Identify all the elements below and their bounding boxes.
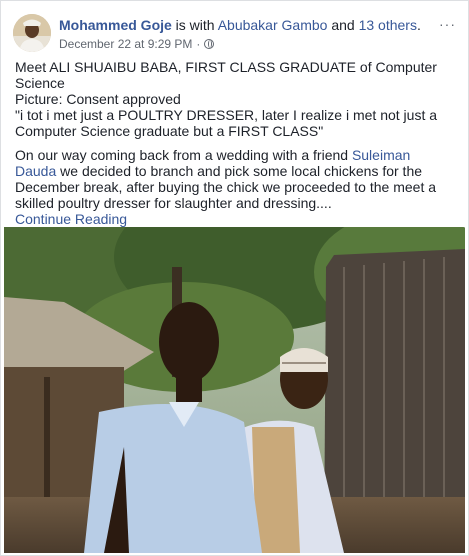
continue-reading-link[interactable]: Continue Reading (15, 211, 455, 227)
post-paragraph-3: "i tot i met just a POULTRY DRESSER, lat… (15, 107, 438, 139)
post-header: Mohammed Goje is with Abubakar Gambo and… (13, 14, 456, 56)
post-photo[interactable] (4, 227, 465, 553)
paragraph-4-text-start: On our way coming back from a wedding wi… (15, 147, 352, 163)
others-link[interactable]: 13 others (359, 17, 417, 33)
post-paragraph-1: Meet ALI SHUAIBU BABA, FIRST CLASS GRADU… (15, 59, 437, 91)
post-body: Meet ALI SHUAIBU BABA, FIRST CLASS GRADU… (15, 59, 455, 227)
and-text: and (327, 17, 359, 33)
with-text: is with (171, 17, 218, 33)
post-timestamp[interactable]: December 22 at 9:29 PM (59, 37, 192, 51)
paragraph-4-text-end: we decided to branch and pick some local… (15, 163, 437, 211)
author-line: Mohammed Goje is with Abubakar Gambo and… (59, 17, 421, 33)
globe-icon[interactable] (204, 39, 215, 49)
photo-image (4, 227, 465, 553)
tagged-person-link[interactable]: Abubakar Gambo (218, 17, 328, 33)
more-options-button[interactable]: ··· (439, 16, 456, 32)
facebook-post: Mohammed Goje is with Abubakar Gambo and… (0, 0, 469, 556)
period-text: . (416, 17, 421, 33)
post-paragraph-4: On our way coming back from a wedding wi… (15, 147, 455, 211)
avatar-image (13, 14, 51, 52)
post-meta: December 22 at 9:29 PM · (59, 37, 215, 51)
meta-separator: · (196, 37, 201, 51)
author-avatar[interactable] (13, 14, 51, 52)
author-name-link[interactable]: Mohammed Goje (59, 17, 172, 33)
post-paragraph-2: Picture: Consent approved (15, 91, 181, 107)
